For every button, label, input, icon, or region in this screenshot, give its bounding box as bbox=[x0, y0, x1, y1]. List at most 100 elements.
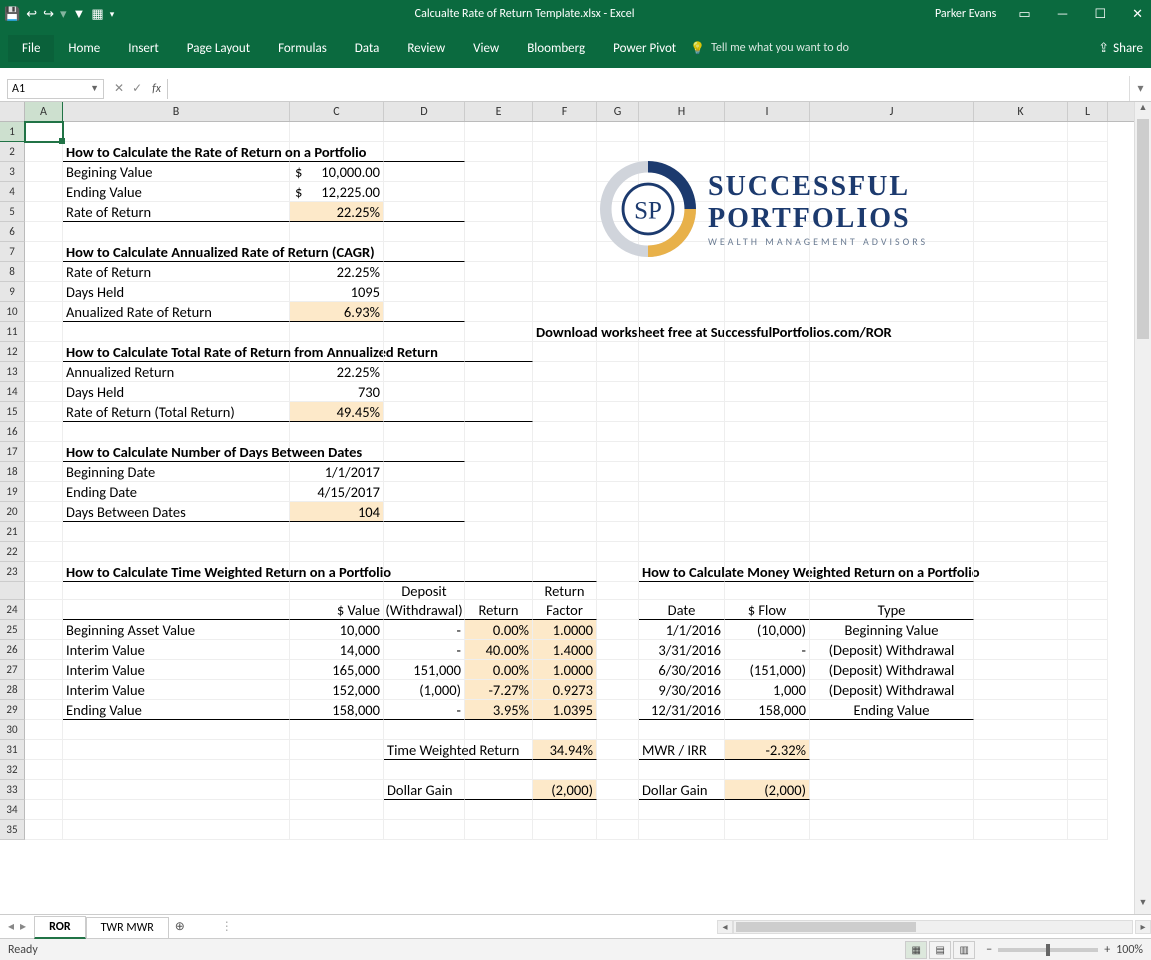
cell[interactable] bbox=[1068, 362, 1108, 382]
cell[interactable] bbox=[290, 800, 384, 820]
cell[interactable] bbox=[725, 402, 810, 422]
row-header-24[interactable]: 24 bbox=[0, 600, 25, 620]
cell[interactable] bbox=[384, 242, 465, 262]
cell[interactable]: (10,000) bbox=[725, 620, 810, 640]
cell[interactable] bbox=[465, 720, 533, 740]
cell[interactable] bbox=[25, 322, 63, 342]
cell[interactable] bbox=[639, 122, 725, 142]
cell[interactable] bbox=[810, 582, 974, 600]
scroll-down-icon[interactable]: ▼ bbox=[1135, 897, 1151, 914]
cell[interactable]: Return bbox=[533, 582, 597, 600]
cell[interactable]: (1,000) bbox=[384, 680, 465, 700]
cell[interactable] bbox=[63, 760, 290, 780]
cell[interactable] bbox=[1068, 680, 1108, 700]
cell[interactable] bbox=[63, 820, 290, 840]
cell[interactable] bbox=[290, 562, 384, 582]
cell[interactable]: -2.32% bbox=[725, 740, 810, 760]
cell[interactable]: Interim Value bbox=[63, 680, 290, 700]
cell[interactable] bbox=[639, 422, 725, 442]
row-header-18[interactable]: 18 bbox=[0, 462, 25, 482]
cell[interactable] bbox=[597, 680, 639, 700]
cell[interactable]: - bbox=[384, 620, 465, 640]
cell[interactable] bbox=[725, 202, 810, 222]
cell[interactable] bbox=[597, 382, 639, 402]
name-box[interactable]: A1 ▼ bbox=[7, 79, 104, 99]
cell[interactable] bbox=[384, 322, 465, 342]
row-header-3[interactable]: 3 bbox=[0, 162, 25, 182]
cell[interactable] bbox=[1068, 620, 1108, 640]
cell[interactable] bbox=[465, 800, 533, 820]
cell[interactable] bbox=[1068, 222, 1108, 242]
cell[interactable] bbox=[974, 502, 1068, 522]
cell[interactable] bbox=[639, 182, 725, 202]
cell[interactable] bbox=[384, 382, 465, 402]
cell[interactable] bbox=[25, 262, 63, 282]
col-header-H[interactable]: H bbox=[639, 102, 725, 121]
cell[interactable] bbox=[384, 482, 465, 502]
cell[interactable] bbox=[974, 442, 1068, 462]
cell[interactable] bbox=[1068, 142, 1108, 162]
cell[interactable] bbox=[597, 242, 639, 262]
cell[interactable] bbox=[465, 142, 533, 162]
cell[interactable] bbox=[25, 780, 63, 800]
cell[interactable] bbox=[290, 222, 384, 242]
cell[interactable] bbox=[533, 362, 597, 382]
cell[interactable] bbox=[597, 640, 639, 660]
cell[interactable] bbox=[597, 620, 639, 640]
cell[interactable] bbox=[725, 142, 810, 162]
row-header-blank[interactable] bbox=[0, 582, 25, 600]
tab-insert[interactable]: Insert bbox=[114, 35, 173, 62]
cell[interactable] bbox=[465, 462, 533, 482]
cell[interactable] bbox=[1068, 502, 1108, 522]
sheet-tab-ror[interactable]: ROR bbox=[34, 916, 86, 939]
user-name[interactable]: Parker Evans bbox=[935, 7, 996, 21]
close-icon[interactable]: ✕ bbox=[1128, 7, 1147, 22]
cell[interactable] bbox=[25, 760, 63, 780]
cell[interactable]: 1/1/2016 bbox=[639, 620, 725, 640]
cell[interactable] bbox=[465, 442, 533, 462]
cell[interactable]: Anualized Rate of Return bbox=[63, 302, 290, 322]
cell[interactable] bbox=[1068, 462, 1108, 482]
cell[interactable] bbox=[384, 542, 465, 562]
cell[interactable] bbox=[465, 302, 533, 322]
tab-view[interactable]: View bbox=[459, 35, 513, 62]
cell[interactable] bbox=[1068, 600, 1108, 620]
cell[interactable] bbox=[810, 342, 974, 362]
cell[interactable] bbox=[810, 562, 974, 582]
cell[interactable] bbox=[25, 242, 63, 262]
cell[interactable] bbox=[974, 760, 1068, 780]
cell[interactable] bbox=[597, 402, 639, 422]
cell[interactable] bbox=[597, 202, 639, 222]
cell[interactable] bbox=[1068, 442, 1108, 462]
cell[interactable] bbox=[465, 502, 533, 522]
col-header-G[interactable]: G bbox=[597, 102, 639, 121]
cell[interactable] bbox=[533, 162, 597, 182]
cell[interactable]: 3/31/2016 bbox=[639, 640, 725, 660]
cell[interactable] bbox=[533, 502, 597, 522]
cell[interactable] bbox=[384, 282, 465, 302]
cell[interactable] bbox=[810, 202, 974, 222]
cell[interactable]: 0.00% bbox=[465, 620, 533, 640]
cell[interactable] bbox=[63, 720, 290, 740]
cell[interactable] bbox=[25, 402, 63, 422]
fx-icon[interactable]: fx bbox=[152, 82, 161, 96]
cell[interactable] bbox=[1068, 740, 1108, 760]
cell[interactable] bbox=[639, 142, 725, 162]
row-header-8[interactable]: 8 bbox=[0, 262, 25, 282]
tab-power-pivot[interactable]: Power Pivot bbox=[599, 35, 690, 62]
row-header-6[interactable]: 6 bbox=[0, 222, 25, 242]
col-header-D[interactable]: D bbox=[384, 102, 465, 121]
cell[interactable] bbox=[384, 402, 465, 422]
cell[interactable]: Interim Value bbox=[63, 660, 290, 680]
col-header-K[interactable]: K bbox=[974, 102, 1068, 121]
cell[interactable]: 12/31/2016 bbox=[639, 700, 725, 720]
cell[interactable]: Time Weighted Return bbox=[384, 740, 465, 760]
cell[interactable] bbox=[465, 582, 533, 600]
row-header-7[interactable]: 7 bbox=[0, 242, 25, 262]
cell[interactable] bbox=[725, 582, 810, 600]
cell[interactable] bbox=[974, 302, 1068, 322]
cell[interactable] bbox=[597, 342, 639, 362]
cell[interactable]: Dollar Gain bbox=[639, 780, 725, 800]
cell[interactable] bbox=[974, 620, 1068, 640]
cell[interactable] bbox=[1068, 282, 1108, 302]
